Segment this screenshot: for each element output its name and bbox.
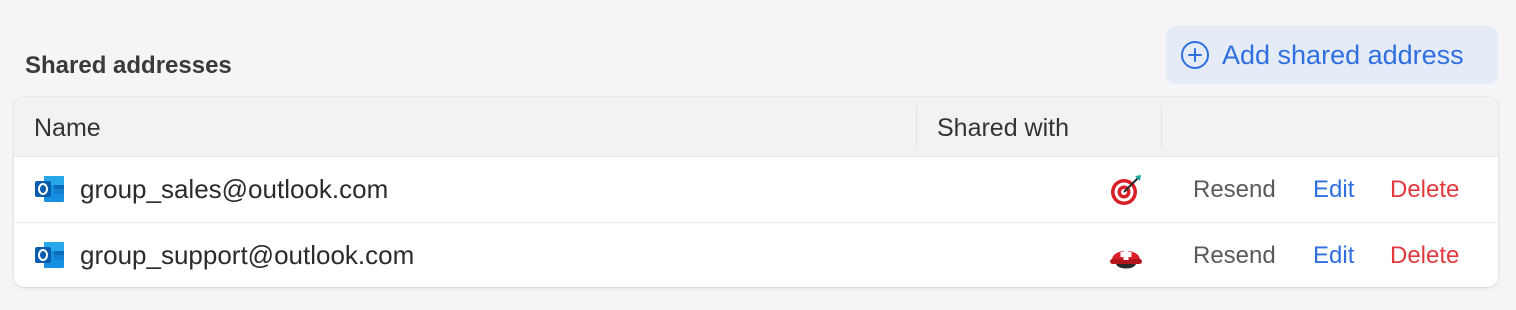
table-row: group_sales@outlook.com Resend Edit Dele… [14,157,1498,222]
resend-button[interactable]: Resend [1193,157,1276,222]
target-dart-icon [1109,173,1143,207]
table-header: Name Shared with [14,97,1498,157]
add-shared-address-label: Add shared address [1222,39,1464,70]
delete-button[interactable]: Delete [1390,157,1459,222]
edit-button[interactable]: Edit [1313,223,1354,287]
add-shared-address-button[interactable]: Add shared address [1166,26,1498,84]
column-header-shared-with[interactable]: Shared with [937,97,1069,156]
outlook-icon [34,173,66,205]
section-title: Shared addresses [25,52,232,79]
column-divider[interactable] [916,105,917,149]
column-divider[interactable] [1161,105,1162,149]
column-header-name[interactable]: Name [34,97,101,156]
resend-button[interactable]: Resend [1193,223,1276,287]
delete-button[interactable]: Delete [1390,223,1459,287]
rescue-helmet-icon [1109,239,1143,273]
shared-address-email: group_sales@outlook.com [80,174,389,204]
edit-button[interactable]: Edit [1313,157,1354,222]
table-row: group_support@outlook.com Resend Edit De… [14,222,1498,287]
outlook-icon [34,239,66,271]
shared-addresses-table: Name Shared with group_sales@outlook.com [14,97,1498,287]
shared-address-email: group_support@outlook.com [80,240,415,270]
plus-circle-icon [1180,40,1210,70]
